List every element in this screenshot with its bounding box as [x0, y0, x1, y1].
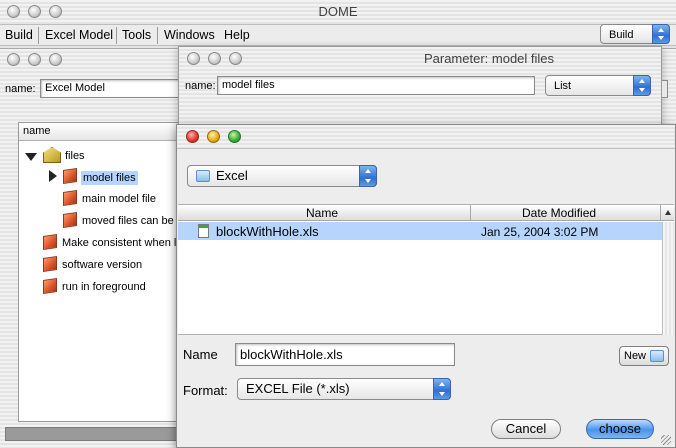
file-name: blockWithHole.xls: [216, 224, 319, 239]
parameter-icon: [63, 168, 77, 184]
parameter-icon: [43, 234, 57, 250]
disclosure-closed-icon[interactable]: [49, 170, 57, 182]
filename-field[interactable]: blockWithHole.xls: [235, 343, 455, 366]
choose-button[interactable]: choose: [586, 419, 654, 439]
disclosure-open-icon[interactable]: [25, 153, 37, 161]
resize-grip-icon[interactable]: [661, 435, 671, 445]
horizontal-scrollbar[interactable]: [5, 427, 185, 441]
tree-item-make-consistent[interactable]: Make consistent when l: [62, 237, 176, 249]
column-date-modified[interactable]: Date Modified: [522, 206, 596, 220]
list-header: Name Date Modified: [178, 205, 674, 221]
tree-item-main-model-file[interactable]: main model file: [82, 193, 156, 205]
file-date: Jan 25, 2004 3:02 PM: [481, 225, 599, 239]
window-edge: [662, 80, 668, 98]
window-title: DOME: [318, 4, 358, 19]
tree-item-model-files[interactable]: model files: [81, 171, 138, 185]
menu-divider: [116, 27, 117, 44]
file-list: Name Date Modified blockWithHole.xls Jan…: [178, 204, 674, 335]
minimize-button[interactable]: [28, 53, 41, 66]
chevron-updown-icon: [652, 24, 670, 44]
minimize-button[interactable]: [208, 52, 221, 65]
tree-header: name: [19, 123, 189, 141]
zoom-button[interactable]: [229, 52, 242, 65]
model-name-field[interactable]: Excel Model: [40, 79, 180, 98]
parameter-icon: [63, 190, 77, 206]
menu-divider: [157, 27, 158, 44]
zoom-button[interactable]: [49, 53, 62, 66]
tree-item-moved-files[interactable]: moved files can be: [82, 215, 174, 227]
minimize-button[interactable]: [207, 130, 220, 143]
name-label: name:: [185, 80, 216, 92]
dialog-titlebar: [177, 125, 675, 149]
file-dialog: Excel Name Date Modified blockWithHole.x…: [176, 124, 676, 448]
chevron-updown-icon: [359, 165, 377, 187]
column-divider: [660, 205, 661, 221]
menu-excel-model[interactable]: Excel Model: [45, 28, 113, 42]
type-select[interactable]: List: [545, 75, 651, 96]
table-row[interactable]: blockWithHole.xls Jan 25, 2004 3:02 PM: [178, 222, 662, 240]
chevron-updown-icon: [633, 75, 651, 96]
format-label: Format:: [183, 383, 228, 398]
column-divider: [470, 205, 471, 221]
menu-tools[interactable]: Tools: [122, 28, 151, 42]
folder-icon: [196, 170, 210, 182]
menu-divider: [38, 27, 39, 44]
close-button[interactable]: [7, 53, 20, 66]
folder-icon: [43, 147, 61, 163]
location-select[interactable]: Excel: [187, 165, 377, 187]
parameter-name-field[interactable]: model files: [217, 76, 535, 95]
menu-bar: Build Excel Model Tools Windows Help: [0, 24, 676, 46]
menu-windows[interactable]: Windows: [164, 28, 215, 42]
tree-panel: name files model files main model file m…: [18, 122, 189, 422]
column-name[interactable]: Name: [306, 206, 338, 220]
tree-item-software-version[interactable]: software version: [62, 259, 142, 271]
name-label: name:: [5, 83, 36, 95]
document-icon: [198, 224, 209, 238]
zoom-button[interactable]: [228, 130, 241, 143]
chevron-updown-icon: [433, 378, 451, 400]
parameter-icon: [43, 278, 57, 294]
parameter-icon: [43, 256, 57, 272]
format-select[interactable]: EXCEL File (*.xls): [237, 378, 451, 400]
window-title: Parameter: model files: [423, 51, 555, 66]
sort-arrow-icon[interactable]: [665, 210, 671, 215]
menu-help[interactable]: Help: [224, 28, 250, 42]
tree-item-files[interactable]: files: [65, 150, 85, 162]
new-folder-button[interactable]: New: [619, 346, 669, 366]
close-button[interactable]: [187, 52, 200, 65]
name-label: Name: [183, 347, 218, 362]
close-button[interactable]: [186, 130, 199, 143]
vertical-scrollbar[interactable]: [662, 222, 674, 335]
menu-build[interactable]: Build: [5, 28, 33, 42]
folder-icon: [650, 350, 664, 362]
parameter-icon: [63, 212, 77, 228]
tree-item-run-in-foreground[interactable]: run in foreground: [62, 281, 146, 293]
cancel-button[interactable]: Cancel: [491, 419, 561, 439]
mode-select[interactable]: Build: [600, 24, 670, 44]
